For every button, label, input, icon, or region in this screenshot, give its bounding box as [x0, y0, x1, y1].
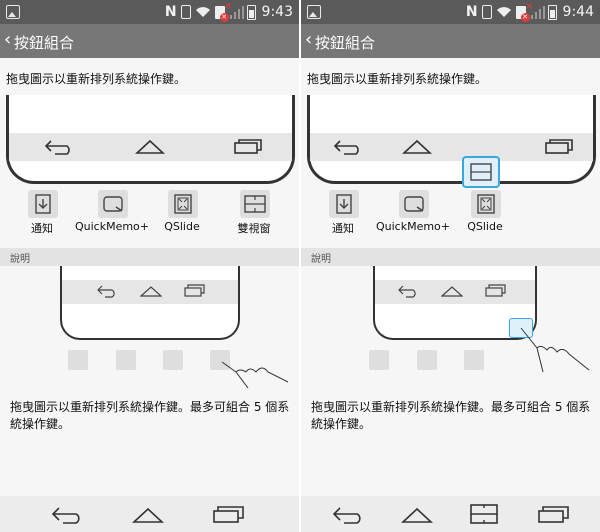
back-key-icon[interactable]: [43, 138, 75, 156]
gallery-notification-icon: [6, 5, 20, 19]
drag-hint-text: 拖曳圖示以重新排列系統操作鍵。: [307, 72, 488, 86]
key-quickmemo[interactable]: QuickMemo+: [373, 188, 453, 236]
vibrate-icon: [180, 5, 191, 19]
dual-window-icon: [240, 190, 270, 218]
battery-icon: [246, 4, 256, 20]
page-title: 按鈕組合: [315, 34, 376, 52]
recent-apps-key-icon[interactable]: [544, 137, 574, 155]
vibrate-icon: [481, 5, 492, 19]
notification-icon: [369, 350, 389, 370]
qslide-icon: [471, 190, 501, 218]
key-label: 雙視窗: [237, 222, 271, 235]
no-sim-icon: ✕: [515, 5, 530, 22]
key-dual-window[interactable]: 雙視窗: [214, 188, 294, 236]
wifi-icon: [195, 7, 210, 17]
page-title: 按鈕組合: [14, 34, 75, 52]
back-chevron-icon[interactable]: ‹: [305, 31, 312, 49]
key-label: QSlide: [467, 220, 503, 233]
nfc-icon: N: [465, 4, 478, 20]
app-bar: ‹ 按鈕組合: [0, 24, 299, 58]
clock: 9:44: [562, 4, 594, 20]
wifi-icon: [496, 7, 511, 17]
available-keys-row: 通知 QuickMemo+ QSlide 雙視窗: [0, 188, 299, 238]
back-key-icon[interactable]: [331, 505, 365, 525]
key-label: QuickMemo+: [375, 220, 451, 233]
section-header: 說明: [301, 248, 600, 266]
quickmemo-icon: [98, 190, 128, 218]
available-keys-row: 通知 QuickMemo+ QSlide: [301, 188, 600, 238]
drag-hint-text: 拖曳圖示以重新排列系統操作鍵。: [6, 72, 187, 86]
key-qslide[interactable]: QSlide: [142, 188, 222, 236]
recent-apps-key-icon: [485, 284, 506, 297]
signal-icon: ✕: [225, 2, 244, 19]
section-header: 說明: [0, 248, 299, 266]
recent-apps-key-icon[interactable]: [537, 504, 571, 524]
system-navigation-bar: [0, 496, 299, 532]
home-key-icon[interactable]: [132, 504, 164, 524]
recent-apps-key-icon: [184, 284, 205, 297]
home-key-icon: [441, 286, 463, 297]
home-key-icon: [140, 286, 162, 297]
system-navigation-bar: [301, 496, 600, 532]
settings-screen-after: N ✕ ✕ 9:44 ‹ 按鈕組合 拖曳圖示以重新排列系統操作鍵。 通知 Qui…: [301, 0, 600, 532]
back-key-icon: [97, 285, 115, 298]
quickmemo-icon: [399, 190, 429, 218]
clock: 9:43: [261, 4, 293, 20]
key-label: 通知: [332, 222, 354, 235]
hand-pointer-icon: [520, 327, 590, 372]
help-description: 拖曳圖示以重新排列系統操作鍵。最多可組合 5 個系統操作鍵。: [311, 400, 591, 431]
status-bar: N ✕ ✕ 9:43: [0, 0, 299, 24]
key-label: QuickMemo+: [74, 220, 150, 233]
recent-apps-key-icon[interactable]: [212, 504, 246, 524]
key-quickmemo[interactable]: QuickMemo+: [72, 188, 152, 236]
settings-screen-before: N ✕ ✕ 9:43 ‹ 按鈕組合 拖曳圖示以重新排列系統操作鍵。 通知 Qui…: [0, 0, 299, 532]
qslide-icon: [168, 190, 198, 218]
preview-navigation-bar: [310, 133, 593, 161]
back-key-icon[interactable]: [332, 138, 364, 156]
dual-window-icon: [470, 163, 492, 181]
key-label: 通知: [31, 222, 53, 235]
quickmemo-icon: [116, 350, 136, 370]
home-key-icon[interactable]: [402, 137, 432, 155]
dual-window-key-icon[interactable]: [467, 503, 501, 525]
dragged-dual-window-key[interactable]: [462, 156, 500, 188]
back-key-icon: [398, 285, 416, 298]
notification-icon: [329, 190, 359, 218]
hand-pointer-icon: [221, 361, 289, 389]
no-sim-icon: ✕: [214, 5, 229, 22]
back-chevron-icon[interactable]: ‹: [4, 31, 11, 49]
back-key-icon[interactable]: [50, 505, 84, 525]
preview-navigation-bar: [9, 133, 292, 161]
gallery-notification-icon: [307, 5, 321, 19]
nfc-icon: N: [164, 4, 177, 20]
home-key-icon[interactable]: [401, 504, 433, 524]
navbar-preview: [307, 95, 596, 184]
help-description: 拖曳圖示以重新排列系統操作鍵。最多可組合 5 個系統操作鍵。: [10, 400, 290, 431]
recent-apps-key-icon[interactable]: [233, 137, 263, 155]
app-bar: ‹ 按鈕組合: [301, 24, 600, 58]
quickmemo-icon: [417, 350, 437, 370]
notification-icon: [68, 350, 88, 370]
illustration-phone: [60, 266, 240, 340]
qslide-icon: [163, 350, 183, 370]
key-notification[interactable]: 通知: [2, 188, 82, 236]
signal-icon: ✕: [526, 2, 545, 19]
home-key-icon[interactable]: [135, 137, 165, 155]
qslide-icon: [464, 350, 484, 370]
battery-icon: [547, 4, 557, 20]
navbar-preview: [6, 95, 295, 184]
status-bar: N ✕ ✕ 9:44: [301, 0, 600, 24]
notification-icon: [28, 190, 58, 218]
key-qslide[interactable]: QSlide: [445, 188, 525, 236]
key-notification[interactable]: 通知: [303, 188, 383, 236]
key-label: QSlide: [164, 220, 200, 233]
